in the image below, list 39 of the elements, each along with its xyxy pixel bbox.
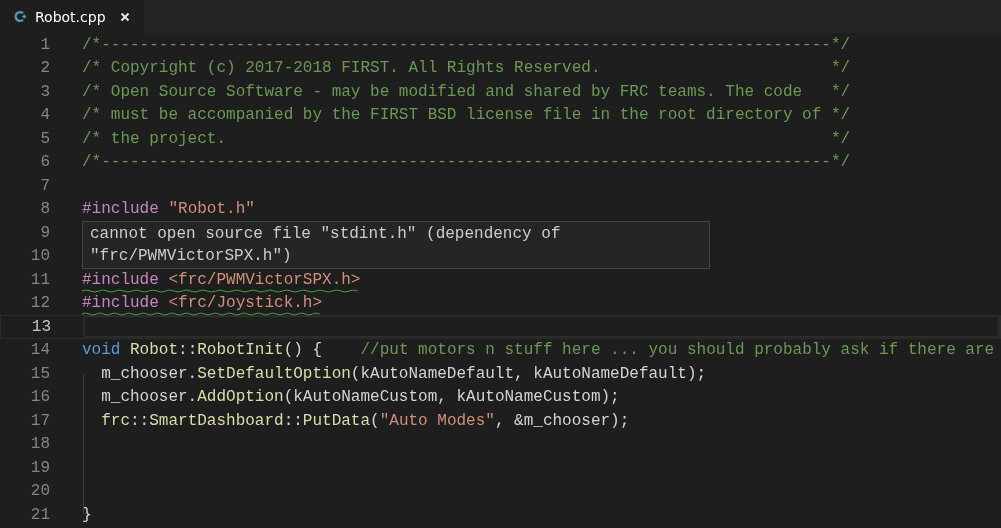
line-number: 10 <box>29 247 50 266</box>
error-tooltip: cannot open source file "stdint.h" (dependency of "frc/PWMVictorSPX.h") <box>82 221 710 269</box>
line-number: 1 <box>39 35 50 54</box>
close-icon[interactable] <box>119 11 130 22</box>
code-line: /* the project. */ <box>82 129 851 148</box>
code-line: #include <frc/PWMVictorSPX.h> <box>82 270 361 289</box>
line-number: 17 <box>29 411 50 430</box>
line-number: 9 <box>39 223 50 242</box>
line-number: 4 <box>39 106 50 125</box>
code-line: /*----------------------------------------------------------------------------*/ <box>82 35 851 54</box>
code-line: m_chooser.AddOption(kAutoNameCustom, kAutoNameCustom); <box>100 388 620 407</box>
cpp-file-icon <box>14 10 27 23</box>
code-line: /* must be accompanied by the FIRST BSD license file in the root directory of */ <box>82 106 851 125</box>
code-line: frc::SmartDashboard::PutData("Auto Modes", &m_chooser); <box>100 411 630 430</box>
editor-tab[interactable]: Robot.cpp <box>0 0 144 33</box>
line-number: 19 <box>29 458 50 477</box>
line-number: 7 <box>39 176 50 195</box>
line-number: 14 <box>29 341 50 360</box>
code-line: /* Copyright (c) 2017-2018 FIRST. All Rights Reserved. */ <box>82 59 851 78</box>
line-number: 16 <box>29 388 50 407</box>
code-line: } <box>82 505 92 524</box>
code-line: /* Open Source Software - may be modified and shared by FRC teams. The code */ <box>82 82 851 101</box>
line-number: 13 <box>30 317 51 336</box>
code-line: /*----------------------------------------------------------------------------*/ <box>82 153 851 172</box>
code-line: #include <frc/Joystick.h> <box>82 294 323 313</box>
line-number: 18 <box>29 435 50 454</box>
code-line: #include "Robot.h" <box>82 200 255 219</box>
line-number: 11 <box>29 270 50 289</box>
line-number: 15 <box>29 364 50 383</box>
code-line: m_chooser.SetDefaultOption(kAutoNameDefault, kAutoNameDefault); <box>100 364 707 383</box>
line-number: 21 <box>29 505 50 524</box>
line-number: 2 <box>39 59 50 78</box>
line-number: 20 <box>29 482 50 501</box>
line-number: 5 <box>39 129 50 148</box>
line-number: 3 <box>39 82 50 101</box>
line-number: 8 <box>39 200 50 219</box>
line-number: 6 <box>39 153 50 172</box>
line-number: 12 <box>29 294 50 313</box>
code-line: void Robot::RobotInit() { //put motors n stuff here ... you should probably ask if there are <box>82 341 995 360</box>
